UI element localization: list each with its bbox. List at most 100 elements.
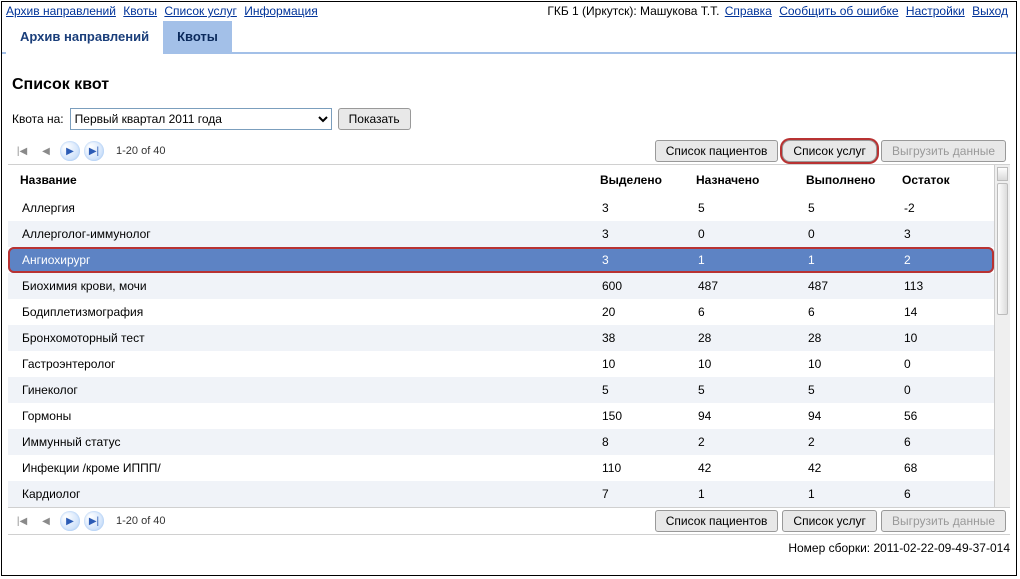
cell-name: Биохимия крови, мочи	[16, 277, 596, 295]
cell-remain: 68	[898, 459, 978, 477]
cell-assigned: 0	[692, 225, 802, 243]
action-buttons-top: Список пациентов Список услуг Выгрузить …	[655, 140, 1006, 162]
filter-label: Квота на:	[12, 112, 64, 126]
first-page-icon[interactable]: |◀	[12, 141, 32, 161]
cell-allocated: 3	[596, 199, 692, 217]
cell-done: 1	[802, 251, 898, 269]
cell-assigned: 5	[692, 199, 802, 217]
table-row[interactable]: Инфекции /кроме ИППП/110424268	[8, 455, 994, 481]
cell-done: 6	[802, 303, 898, 321]
cell-assigned: 1	[692, 251, 802, 269]
cell-name: Ангиохирург	[16, 251, 596, 269]
table-row[interactable]: Биохимия крови, мочи600487487113	[8, 273, 994, 299]
pager-bottom: |◀ ◀ ▶ ▶| 1-20 of 40	[12, 511, 166, 531]
filter-row: Квота на: Первый квартал 2011 года Показ…	[12, 108, 1010, 130]
export-data-button: Выгрузить данные	[881, 510, 1006, 532]
cell-remain: 3	[898, 225, 978, 243]
tab-quotas[interactable]: Квоты	[163, 21, 232, 54]
col-assigned[interactable]: Назначено	[692, 171, 802, 189]
cell-remain: 113	[898, 277, 978, 295]
cell-assigned: 487	[692, 277, 802, 295]
patients-list-button[interactable]: Список пациентов	[655, 140, 779, 162]
content-area: Список квот Квота на: Первый квартал 201…	[2, 54, 1016, 539]
tab-archive[interactable]: Архив направлений	[6, 21, 163, 54]
cell-allocated: 7	[596, 485, 692, 503]
cell-allocated: 3	[596, 251, 692, 269]
cell-assigned: 6	[692, 303, 802, 321]
cell-name: Инфекции /кроме ИППП/	[16, 459, 596, 477]
cell-name: Аллергия	[16, 199, 596, 217]
table-row[interactable]: Кардиолог7116	[8, 481, 994, 507]
cell-allocated: 110	[596, 459, 692, 477]
app-window: Архив направлений Квоты Список услуг Инф…	[1, 1, 1017, 576]
pager-top: |◀ ◀ ▶ ▶| 1-20 of 40	[12, 141, 166, 161]
cell-remain: 0	[898, 355, 978, 373]
tab-bar: Архив направлений Квоты	[2, 21, 1016, 54]
toolbar-top: |◀ ◀ ▶ ▶| 1-20 of 40 Список пациентов Сп…	[8, 138, 1010, 165]
show-button[interactable]: Показать	[338, 108, 411, 130]
cell-allocated: 5	[596, 381, 692, 399]
col-allocated[interactable]: Выделено	[596, 171, 692, 189]
col-done[interactable]: Выполнено	[802, 171, 898, 189]
user-context: ГКБ 1 (Иркутск): Машукова Т.Т.	[547, 4, 719, 18]
cell-remain: 2	[898, 251, 978, 269]
cell-assigned: 42	[692, 459, 802, 477]
action-buttons-bottom: Список пациентов Список услуг Выгрузить …	[655, 510, 1006, 532]
export-data-button: Выгрузить данные	[881, 140, 1006, 162]
nav-report-error-link[interactable]: Сообщить об ошибке	[779, 4, 898, 18]
table-row[interactable]: Иммунный статус8226	[8, 429, 994, 455]
top-nav-right: ГКБ 1 (Иркутск): Машукова Т.Т. Справка С…	[545, 4, 1012, 18]
top-bar: Архив направлений Квоты Список услуг Инф…	[2, 2, 1016, 21]
next-page-icon[interactable]: ▶	[60, 511, 80, 531]
first-page-icon[interactable]: |◀	[12, 511, 32, 531]
cell-remain: -2	[898, 199, 978, 217]
quota-period-select[interactable]: Первый квартал 2011 года	[70, 108, 332, 130]
last-page-icon[interactable]: ▶|	[84, 141, 104, 161]
table-row[interactable]: Гормоны150949456	[8, 403, 994, 429]
cell-remain: 6	[898, 433, 978, 451]
prev-page-icon[interactable]: ◀	[36, 141, 56, 161]
page-title: Список квот	[12, 76, 1010, 94]
cell-assigned: 28	[692, 329, 802, 347]
nav-info-link[interactable]: Информация	[244, 4, 317, 18]
cell-assigned: 1	[692, 485, 802, 503]
table-row[interactable]: Бодиплетизмография206614	[8, 299, 994, 325]
services-list-button[interactable]: Список услуг	[782, 140, 877, 162]
last-page-icon[interactable]: ▶|	[84, 511, 104, 531]
pager-range-text: 1-20 of 40	[116, 515, 166, 527]
col-name[interactable]: Название	[16, 171, 596, 189]
pager-range-text: 1-20 of 40	[116, 145, 166, 157]
build-info: Номер сборки: 2011-02-22-09-49-37-014	[2, 539, 1016, 557]
cell-done: 0	[802, 225, 898, 243]
table-row[interactable]: Аллерголог-иммунолог3003	[8, 221, 994, 247]
nav-services-link[interactable]: Список услуг	[164, 4, 237, 18]
nav-quotas-link[interactable]: Квоты	[123, 4, 157, 18]
cell-name: Кардиолог	[16, 485, 596, 503]
cell-done: 5	[802, 199, 898, 217]
cell-done: 5	[802, 381, 898, 399]
cell-remain: 56	[898, 407, 978, 425]
nav-settings-link[interactable]: Настройки	[906, 4, 965, 18]
table-row[interactable]: Ангиохирург3112	[8, 247, 994, 273]
patients-list-button[interactable]: Список пациентов	[655, 510, 779, 532]
nav-archive-link[interactable]: Архив направлений	[6, 4, 116, 18]
table-row[interactable]: Гинеколог5550	[8, 377, 994, 403]
nav-help-link[interactable]: Справка	[725, 4, 772, 18]
nav-logout-link[interactable]: Выход	[972, 4, 1008, 18]
vertical-scrollbar[interactable]	[994, 165, 1010, 507]
table-row[interactable]: Аллергия355-2	[8, 195, 994, 221]
col-remain[interactable]: Остаток	[898, 171, 978, 189]
cell-allocated: 8	[596, 433, 692, 451]
cell-allocated: 38	[596, 329, 692, 347]
services-list-button[interactable]: Список услуг	[782, 510, 877, 532]
table-row[interactable]: Бронхомоторный тест38282810	[8, 325, 994, 351]
next-page-icon[interactable]: ▶	[60, 141, 80, 161]
prev-page-icon[interactable]: ◀	[36, 511, 56, 531]
table-row[interactable]: Гастроэнтеролог1010100	[8, 351, 994, 377]
cell-name: Иммунный статус	[16, 433, 596, 451]
cell-assigned: 10	[692, 355, 802, 373]
cell-remain: 0	[898, 381, 978, 399]
grid-body: Аллергия355-2Аллерголог-иммунолог3003Анг…	[8, 195, 994, 507]
cell-assigned: 94	[692, 407, 802, 425]
cell-assigned: 2	[692, 433, 802, 451]
